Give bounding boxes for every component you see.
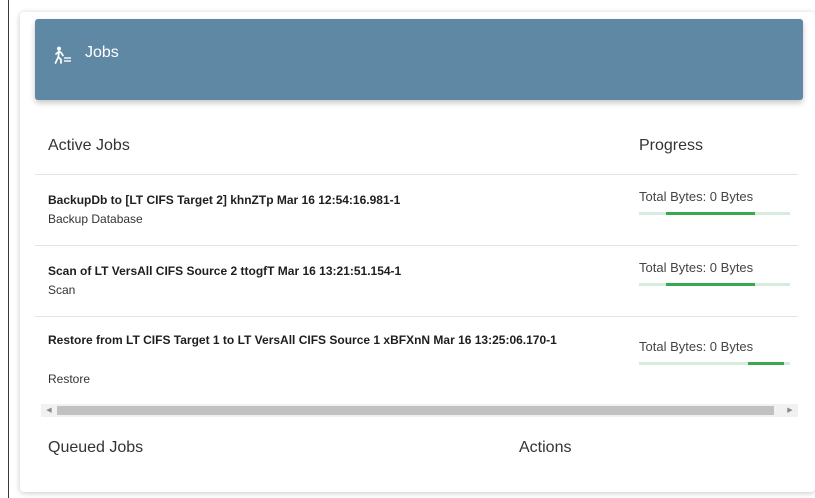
queued-jobs-heading: Queued Jobs <box>48 439 144 456</box>
progress-label: Total Bytes: 0 Bytes <box>639 339 754 354</box>
actions-heading: Actions <box>519 439 572 456</box>
job-name[interactable]: BackupDb to [LT CIFS Target 2] khnZTp Ma… <box>48 192 588 209</box>
divider <box>35 174 798 175</box>
window-frame-edge <box>0 0 9 498</box>
job-type: Backup Database <box>48 212 143 226</box>
job-name[interactable]: Restore from LT CIFS Target 1 to LT Vers… <box>48 332 568 349</box>
progress-heading: Progress <box>639 137 704 154</box>
progress-bar <box>639 362 790 365</box>
scrollbar-thumb[interactable] <box>57 406 774 415</box>
progress-fill <box>666 283 756 286</box>
progress-bar <box>639 212 790 215</box>
progress-label: Total Bytes: 0 Bytes <box>639 260 754 275</box>
job-type: Scan <box>48 283 76 297</box>
jobs-header: Jobs <box>35 19 803 100</box>
progress-label: Total Bytes: 0 Bytes <box>639 189 754 204</box>
divider <box>35 245 798 246</box>
scroll-right-arrow-icon[interactable]: ▶ <box>783 404 797 417</box>
scroll-left-arrow-icon[interactable]: ◀ <box>42 404 56 417</box>
progress-fill <box>747 362 784 365</box>
divider <box>35 316 798 317</box>
progress-fill <box>666 212 756 215</box>
active-jobs-heading: Active Jobs <box>48 137 130 154</box>
horizontal-scrollbar[interactable]: ◀ ▶ <box>41 404 798 417</box>
job-type: Restore <box>48 372 91 386</box>
job-name[interactable]: Scan of LT VersAll CIFS Source 2 ttogfT … <box>48 263 588 280</box>
progress-bar <box>639 283 790 286</box>
page-title: Jobs <box>85 44 119 61</box>
person-walking-list-icon <box>52 46 72 66</box>
